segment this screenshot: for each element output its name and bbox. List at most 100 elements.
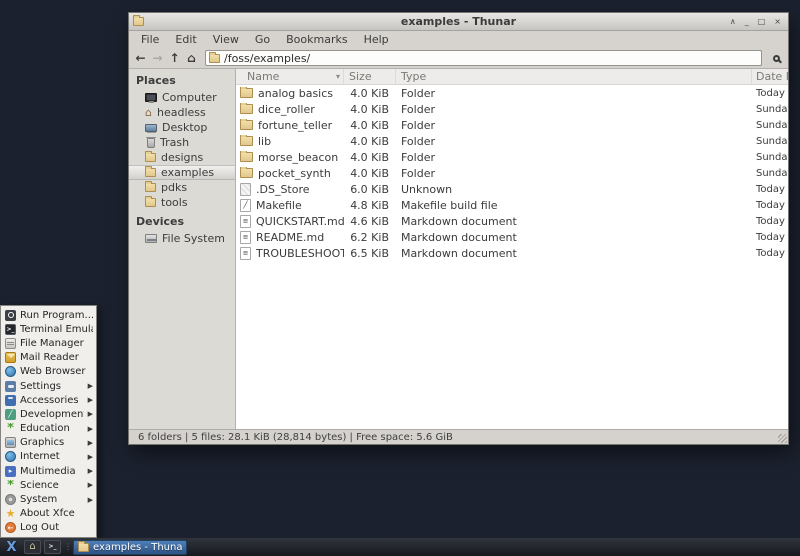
submenu-arrow-icon: ▶ — [87, 495, 93, 504]
sidebar-item-pdks[interactable]: pdks — [129, 180, 235, 195]
run-program-icon — [5, 309, 16, 321]
tasklist-handle[interactable]: ⋮ — [64, 543, 72, 551]
menu-edit[interactable]: Edit — [167, 33, 204, 46]
log-out-icon: ← — [5, 522, 16, 534]
menu-help[interactable]: Help — [356, 33, 397, 46]
file-row-lib[interactable]: lib 4.0 KiB Folder Sunday — [236, 133, 788, 149]
submenu-arrow-icon: ▶ — [87, 438, 93, 447]
menu-item-system[interactable]: System ▶ — [1, 492, 96, 506]
folder-icon — [145, 196, 156, 207]
column-header-name[interactable]: Name ▾ — [236, 69, 344, 84]
terminal-icon: >_ — [48, 543, 57, 550]
menu-item-development[interactable]: ╱ Development ▶ — [1, 407, 96, 421]
menu-item-about-xfce[interactable]: ★ About Xfce — [1, 507, 96, 521]
file-manager-icon — [5, 337, 16, 349]
close-icon[interactable]: × — [774, 17, 781, 26]
menu-go[interactable]: Go — [247, 33, 278, 46]
places-header: Places — [136, 74, 176, 87]
menu-item-log-out[interactable]: ← Log Out — [1, 521, 96, 535]
submenu-arrow-icon: ▶ — [87, 481, 93, 490]
folder-icon — [145, 166, 156, 177]
desktop: { "icons": { "back": "←", "forward": "→"… — [0, 0, 800, 556]
menu-item-web-browser[interactable]: Web Browser — [1, 365, 96, 379]
submenu-arrow-icon: ▶ — [87, 410, 93, 419]
toolbar: ← → ↑ ⌂ /foss/examples/ — [129, 48, 788, 69]
forward-button[interactable]: → — [149, 50, 166, 67]
menu-item-run-program[interactable]: Run Program... — [1, 308, 96, 322]
sidebar-item-trash[interactable]: Trash — [129, 135, 235, 150]
statusbar: 6 folders | 5 files: 28.1 KiB (28,814 by… — [129, 429, 788, 444]
taskbar: X ⌂ >_ ⋮ examples - Thunar — [0, 538, 800, 556]
menu-item-terminal-emulator[interactable]: >_ Terminal Emulator — [1, 322, 96, 336]
accessories-icon — [5, 394, 16, 406]
menu-item-internet[interactable]: Internet ▶ — [1, 450, 96, 464]
menu-view[interactable]: View — [205, 33, 247, 46]
file-row-quickstart-md[interactable]: ≡ QUICKSTART.md 4.6 KiB Markdown document… — [236, 213, 788, 229]
trash-icon — [146, 136, 156, 148]
resize-grip[interactable] — [778, 434, 787, 443]
file-row-readme-md[interactable]: ≡ README.md 6.2 KiB Markdown document Tod… — [236, 229, 788, 245]
list-header: Name ▾ Size Type Date Modified — [236, 69, 788, 85]
home-button[interactable]: ⌂ — [183, 50, 200, 67]
file-row-pocket-synth[interactable]: pocket_synth 4.0 KiB Folder Sunday — [236, 165, 788, 181]
thunar-window[interactable]: examples - Thunar ∧ _ □ × File Edit View… — [128, 12, 789, 445]
folder-icon — [240, 102, 253, 114]
sidebar-item-headless[interactable]: ⌂ headless — [129, 105, 235, 120]
column-header-date-modified[interactable]: Date Modified — [752, 69, 788, 84]
sidebar-item-desktop[interactable]: Desktop — [129, 120, 235, 135]
file-manager-launcher[interactable]: ⌂ — [24, 540, 41, 554]
menu-item-education[interactable]: * Education ▶ — [1, 422, 96, 436]
shade-icon[interactable]: ∧ — [730, 17, 736, 26]
file-row-ds-store[interactable]: .DS_Store 6.0 KiB Unknown Today — [236, 181, 788, 197]
menu-item-multimedia[interactable]: ▸ Multimedia ▶ — [1, 464, 96, 478]
sidebar-item-tools[interactable]: tools — [129, 195, 235, 210]
window-title: examples - Thunar — [400, 15, 517, 28]
submenu-arrow-icon: ▶ — [87, 382, 93, 391]
minimize-icon[interactable]: _ — [745, 17, 749, 26]
menu-item-mail-reader[interactable]: Mail Reader — [1, 351, 96, 365]
menu-item-accessories[interactable]: Accessories ▶ — [1, 393, 96, 407]
xfce-menu-button[interactable]: X — [2, 538, 21, 556]
titlebar[interactable]: examples - Thunar ∧ _ □ × — [129, 13, 788, 31]
menu-item-graphics[interactable]: Graphics ▶ — [1, 436, 96, 450]
menu-item-science[interactable]: * Science ▶ — [1, 478, 96, 492]
file-row-fortune-teller[interactable]: fortune_teller 4.0 KiB Folder Sunday — [236, 117, 788, 133]
unknown-file-icon — [240, 182, 251, 196]
graphics-icon — [5, 437, 16, 449]
file-row-analog-basics[interactable]: analog basics 4.0 KiB Folder Today — [236, 85, 788, 101]
maximize-icon[interactable]: □ — [758, 17, 766, 26]
file-row-dice-roller[interactable]: dice_roller 4.0 KiB Folder Sunday — [236, 101, 788, 117]
column-header-size[interactable]: Size — [344, 69, 396, 84]
mail-icon — [5, 352, 16, 364]
home-icon: ⌂ — [145, 106, 152, 119]
folder-icon — [240, 134, 253, 146]
column-header-type[interactable]: Type — [396, 69, 752, 84]
file-row-troubleshooting-md[interactable]: ≡TROUBLESHOOTING.md 6.5 KiB Markdown doc… — [236, 245, 788, 261]
settings-icon — [5, 380, 16, 392]
back-button[interactable]: ← — [132, 50, 149, 67]
menu-item-settings[interactable]: Settings ▶ — [1, 379, 96, 393]
sidebar-item-file-system[interactable]: File System — [129, 231, 235, 246]
terminal-icon: >_ — [5, 323, 16, 335]
up-button[interactable]: ↑ — [166, 50, 183, 67]
markdown-document-icon: ≡ — [240, 246, 251, 260]
menu-item-file-manager[interactable]: File Manager — [1, 336, 96, 350]
sidebar-item-computer[interactable]: Computer — [129, 90, 235, 105]
development-icon: ╱ — [5, 408, 16, 420]
path-input[interactable]: /foss/examples/ — [205, 50, 762, 66]
sidebar-item-examples[interactable]: examples — [129, 165, 235, 180]
file-row-morse-beacon[interactable]: morse_beacon 4.0 KiB Folder Sunday — [236, 149, 788, 165]
taskbar-window-button[interactable]: examples - Thunar — [73, 539, 187, 555]
file-row-makefile[interactable]: ╱ Makefile 4.8 KiB Makefile build file To… — [236, 197, 788, 213]
search-button[interactable] — [767, 50, 785, 67]
menu-file[interactable]: File — [133, 33, 167, 46]
sidebar-item-designs[interactable]: designs — [129, 150, 235, 165]
menu-bookmarks[interactable]: Bookmarks — [278, 33, 355, 46]
folder-icon — [145, 181, 156, 192]
science-icon: * — [7, 479, 14, 491]
submenu-arrow-icon: ▶ — [87, 424, 93, 433]
sidebar: Places Computer ⌂ headless Desktop Trash… — [129, 69, 236, 429]
terminal-launcher[interactable]: >_ — [44, 540, 61, 554]
globe-icon — [5, 366, 16, 378]
window-main: Places Computer ⌂ headless Desktop Trash… — [129, 69, 788, 429]
